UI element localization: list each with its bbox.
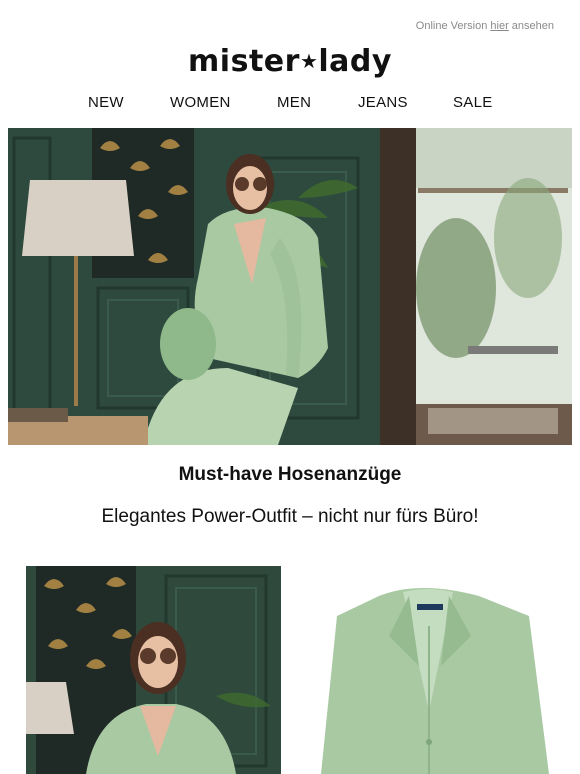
logo-star-icon: ★ <box>299 49 319 73</box>
hero-illustration <box>8 128 572 445</box>
model-photo <box>26 566 281 774</box>
headline: Must-have Hosenanzüge <box>178 464 402 485</box>
hero-image[interactable] <box>8 128 572 445</box>
nav-jeans[interactable]: JEANS <box>358 94 408 111</box>
brand-logo[interactable]: mister★lady <box>0 44 580 79</box>
product-tile-model-image[interactable] <box>26 566 281 774</box>
nav-new[interactable]: NEW <box>88 94 124 111</box>
preheader-suffix: ansehen <box>508 20 554 32</box>
nav-sale[interactable]: SALE <box>453 94 493 111</box>
online-version-link[interactable]: hier <box>490 20 508 32</box>
preheader-prefix: Online Version <box>415 20 491 32</box>
nav-women[interactable]: WOMEN <box>170 94 231 111</box>
blazer-photo <box>299 566 554 774</box>
product-tile-blazer-image[interactable] <box>299 566 554 774</box>
logo-part-1: mister <box>188 44 300 79</box>
online-version-notice: Online Version hier ansehen <box>416 20 554 32</box>
logo-part-2: lady <box>318 44 392 79</box>
email-body: Online Version hier ansehen mister★lady … <box>0 0 580 774</box>
nav-men[interactable]: MEN <box>277 94 311 111</box>
subheadline: Elegantes Power-Outfit – nicht nur fürs … <box>101 506 479 527</box>
